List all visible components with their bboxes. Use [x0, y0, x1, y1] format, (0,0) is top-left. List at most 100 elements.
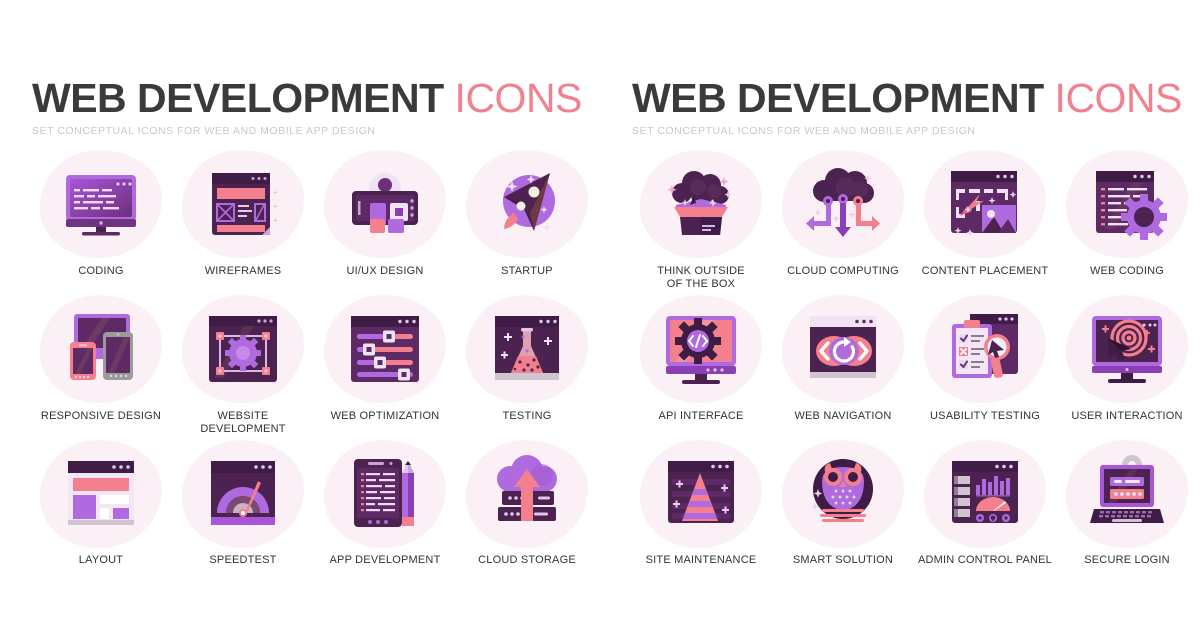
icon-cell-cloud-computing[interactable]: CLOUD COMPUTING: [772, 143, 914, 297]
sliders-icon: [342, 306, 428, 392]
icon-art: [460, 143, 594, 265]
title-accent: ICONS: [454, 75, 583, 121]
icon-cell-layout[interactable]: LAYOUT: [30, 433, 172, 587]
traffic-cone-icon: [658, 451, 744, 537]
icon-art: [176, 433, 310, 555]
page-subtitle: SET CONCEPTUAL ICONS FOR WEB AND MOBILE …: [632, 125, 976, 137]
icon-label: CODING: [78, 265, 124, 277]
title-main: WEB DEVELOPMENT: [632, 75, 1044, 121]
icon-label: THINK OUTSIDE OF THE BOX: [657, 265, 745, 290]
icon-cell-web-optimization[interactable]: WEB OPTIMIZATION: [314, 288, 456, 442]
icon-row: RESPONSIVE DESIGN WEBSITE DEVELOPMENT WE…: [30, 288, 600, 442]
devices-icon: [58, 306, 144, 392]
icon-art: [776, 288, 910, 410]
icon-cell-speedtest[interactable]: SPEEDTEST: [172, 433, 314, 587]
refresh-arrows-icon: [800, 306, 886, 392]
icon-cell-secure-login[interactable]: SECURE LOGIN: [1056, 433, 1198, 587]
rocket-icon: [484, 161, 570, 247]
page-subtitle: SET CONCEPTUAL ICONS FOR WEB AND MOBILE …: [32, 125, 376, 137]
icon-art: [918, 433, 1052, 555]
icon-label: CLOUD STORAGE: [478, 554, 576, 566]
tablet-pencil-icon: [342, 451, 428, 537]
icon-row: API INTERFACE WEB NAVIGATION USABILITY T…: [630, 288, 1200, 442]
icon-art: [634, 143, 768, 265]
browser-image-cursor-icon: [942, 161, 1028, 247]
icon-cell-testing[interactable]: TESTING: [456, 288, 598, 442]
icon-label: APP DEVELOPMENT: [329, 554, 441, 566]
icon-cell-smart-solution[interactable]: SMART SOLUTION: [772, 433, 914, 587]
icon-row: SITE MAINTENANCE SMART SOLUTION ADMIN CO…: [630, 433, 1200, 587]
svg-text:+: +: [273, 216, 278, 225]
svg-text:+: +: [273, 188, 278, 197]
icon-label: WEB CODING: [1089, 265, 1165, 277]
icon-art: [1060, 288, 1194, 410]
icon-cell-think-outside-of-the-box[interactable]: THINK OUTSIDE OF THE BOX: [630, 143, 772, 297]
icon-label: WEB NAVIGATION: [794, 410, 892, 422]
icon-cell-cloud-storage[interactable]: CLOUD STORAGE: [456, 433, 598, 587]
cloud-servers-arrow-icon: [484, 451, 570, 537]
icon-cell-api-interface[interactable]: API INTERFACE: [630, 288, 772, 442]
icon-art: [1060, 143, 1194, 265]
icon-cell-web-coding[interactable]: WEB CODING: [1056, 143, 1198, 297]
gauge-icon: [200, 451, 286, 537]
icon-art: [318, 433, 452, 555]
icon-label: SITE MAINTENANCE: [645, 554, 757, 566]
icon-label: RESPONSIVE DESIGN: [40, 410, 162, 422]
icon-row: THINK OUTSIDE OF THE BOX CLOUD COMPUTING…: [630, 143, 1200, 297]
icon-art: [776, 433, 910, 555]
tablet-avatar-blocks-icon: [342, 161, 428, 247]
laptop-lock-icon: [1084, 451, 1170, 537]
icon-cell-app-development[interactable]: APP DEVELOPMENT: [314, 433, 456, 587]
icon-grid: CODING + + + WIREFRAMES UI/UX DESIGN STA…: [30, 143, 600, 587]
box-cloud-burst-icon: [658, 161, 744, 247]
icon-label: STARTUP: [501, 265, 553, 277]
icon-label: SPEEDTEST: [209, 554, 277, 566]
icon-label: USABILITY TESTING: [930, 410, 1040, 422]
icon-label: API INTERFACE: [658, 410, 744, 422]
page-title: WEB DEVELOPMENT ICONS: [32, 78, 582, 119]
page-title: WEB DEVELOPMENT ICONS: [632, 78, 1182, 119]
icon-cell-uiux-design[interactable]: UI/UX DESIGN: [314, 143, 456, 297]
code-gear-icon: [1084, 161, 1170, 247]
icon-label: LAYOUT: [78, 554, 124, 566]
clipboard-magnifier-icon: [942, 306, 1028, 392]
monitor-code-icon: [58, 161, 144, 247]
icon-label: CLOUD COMPUTING: [787, 265, 899, 277]
icon-cell-responsive-design[interactable]: RESPONSIVE DESIGN: [30, 288, 172, 442]
group-header: WEB DEVELOPMENT ICONS SET CONCEPTUAL ICO…: [32, 78, 582, 138]
icon-cell-website-development[interactable]: WEBSITE DEVELOPMENT: [172, 288, 314, 442]
icon-cell-web-navigation[interactable]: WEB NAVIGATION: [772, 288, 914, 442]
icon-art: [776, 143, 910, 265]
layout-blocks-icon: [58, 451, 144, 537]
icon-art: + + +: [176, 143, 310, 265]
wireframe-browser-icon: + + +: [200, 161, 286, 247]
icon-grid: THINK OUTSIDE OF THE BOX CLOUD COMPUTING…: [630, 143, 1200, 587]
icon-cell-coding[interactable]: CODING: [30, 143, 172, 297]
icon-cell-admin-control-panel[interactable]: ADMIN CONTROL PANEL: [914, 433, 1056, 587]
icon-cell-user-interaction[interactable]: USER INTERACTION: [1056, 288, 1198, 442]
icon-group-right: WEB DEVELOPMENT ICONS SET CONCEPTUAL ICO…: [630, 0, 1200, 630]
icon-label: SECURE LOGIN: [1084, 554, 1170, 566]
browser-gear-icon: [200, 306, 286, 392]
icon-art: [34, 143, 168, 265]
icon-art: [918, 288, 1052, 410]
icon-art: [318, 143, 452, 265]
icon-art: [918, 143, 1052, 265]
icon-row: CODING + + + WIREFRAMES UI/UX DESIGN STA…: [30, 143, 600, 297]
icon-label: TESTING: [502, 410, 552, 422]
icon-cell-startup[interactable]: STARTUP: [456, 143, 598, 297]
icon-row: LAYOUT SPEEDTEST APP DEVELOPMENT CLOUD S…: [30, 433, 600, 587]
icon-art: [460, 433, 594, 555]
icon-art: [34, 433, 168, 555]
icon-art: [34, 288, 168, 410]
icon-cell-usability-testing[interactable]: USABILITY TESTING: [914, 288, 1056, 442]
icon-label: WEBSITE DEVELOPMENT: [200, 410, 286, 435]
icon-art: [460, 288, 594, 410]
icon-art: [634, 433, 768, 555]
group-header: WEB DEVELOPMENT ICONS SET CONCEPTUAL ICO…: [632, 78, 1182, 138]
icon-cell-site-maintenance[interactable]: SITE MAINTENANCE: [630, 433, 772, 587]
title-accent: ICONS: [1054, 75, 1183, 121]
icon-cell-content-placement[interactable]: CONTENT PLACEMENT: [914, 143, 1056, 297]
icon-cell-wireframes[interactable]: + + + WIREFRAMES: [172, 143, 314, 297]
svg-text:+: +: [273, 202, 278, 211]
